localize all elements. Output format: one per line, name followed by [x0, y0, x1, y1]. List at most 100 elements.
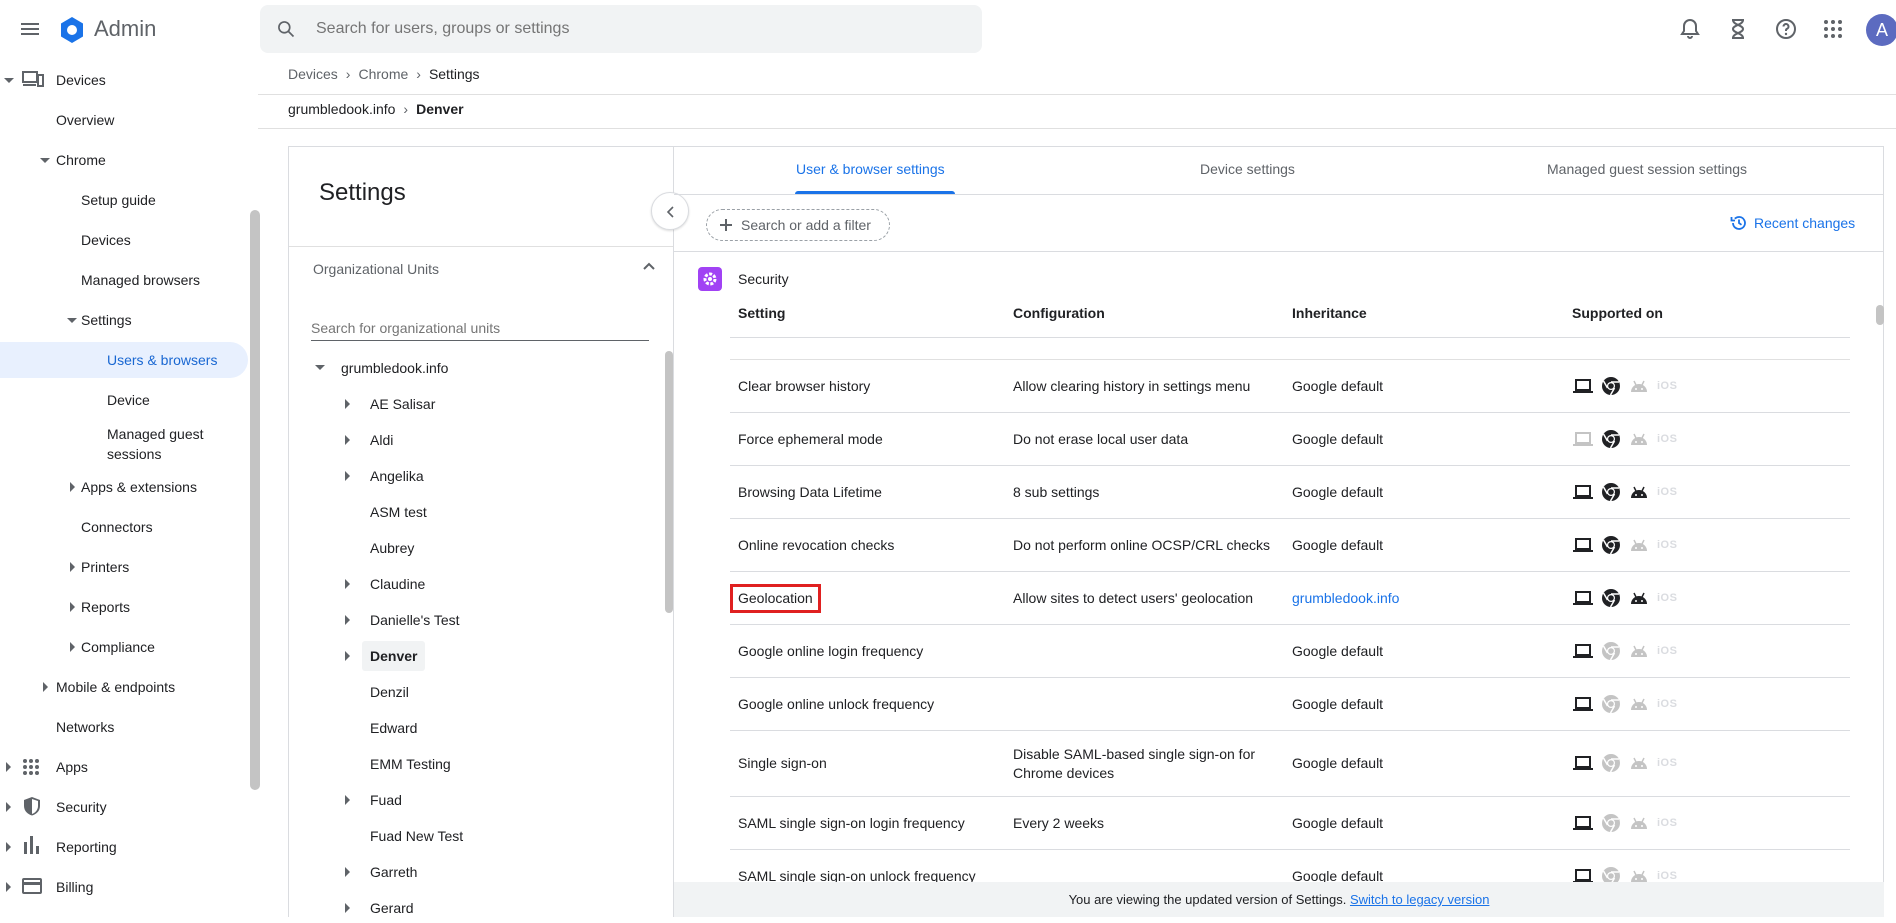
main-menu-icon[interactable]: [18, 17, 42, 41]
setting-name[interactable]: Browsing Data Lifetime: [738, 483, 882, 502]
caret-right-icon[interactable]: [345, 435, 350, 445]
ou-item[interactable]: Aldi: [370, 425, 393, 455]
setting-name[interactable]: Clear browser history: [738, 377, 870, 396]
global-search[interactable]: [260, 5, 982, 53]
avatar[interactable]: A: [1866, 14, 1896, 46]
setting-name[interactable]: Geolocation: [730, 584, 821, 613]
recent-changes-link[interactable]: Recent changes: [1730, 214, 1855, 232]
caret-right-icon[interactable]: [345, 903, 350, 913]
column-header-configuration[interactable]: Configuration: [1013, 305, 1105, 321]
ou-item[interactable]: Angelika: [370, 461, 424, 491]
chevron-up-icon[interactable]: [641, 259, 657, 275]
caret-right-icon[interactable]: [6, 842, 11, 852]
nav-device[interactable]: Device: [107, 382, 150, 418]
column-header-inheritance[interactable]: Inheritance: [1292, 305, 1367, 321]
nav-mobile-endpoints[interactable]: Mobile & endpoints: [56, 669, 175, 705]
caret-right-icon[interactable]: [345, 867, 350, 877]
ou-item[interactable]: ASM test: [370, 497, 427, 527]
setting-name[interactable]: Online revocation checks: [738, 536, 894, 555]
nav-chrome-devices[interactable]: Devices: [81, 222, 131, 258]
ou-item[interactable]: Danielle's Test: [370, 605, 460, 635]
caret-right-icon[interactable]: [6, 762, 11, 772]
ou-item[interactable]: Fuad New Test: [370, 821, 463, 851]
caret-right-icon[interactable]: [70, 602, 75, 612]
admin-logo-icon[interactable]: [58, 16, 86, 44]
caret-down-icon[interactable]: [315, 365, 325, 370]
nav-managed-browsers[interactable]: Managed browsers: [81, 262, 200, 298]
nav-billing[interactable]: Billing: [56, 869, 93, 905]
org-breadcrumb-root[interactable]: grumbledook.info: [288, 101, 395, 117]
table-row[interactable]: SAML single sign-on login frequency Every…: [730, 797, 1850, 850]
caret-right-icon[interactable]: [345, 471, 350, 481]
column-header-setting[interactable]: Setting: [738, 305, 785, 321]
caret-right-icon[interactable]: [70, 642, 75, 652]
ou-item[interactable]: Aubrey: [370, 533, 414, 563]
nav-scrollbar[interactable]: [250, 210, 260, 790]
ou-item[interactable]: Denver: [362, 641, 426, 671]
ou-item[interactable]: Fuad: [370, 785, 402, 815]
ou-item[interactable]: Claudine: [370, 569, 425, 599]
table-row[interactable]: Google online login frequency Google defa…: [730, 625, 1850, 678]
caret-right-icon[interactable]: [6, 802, 11, 812]
setting-inheritance[interactable]: grumbledook.info: [1292, 589, 1399, 608]
nav-reporting[interactable]: Reporting: [56, 829, 117, 865]
apps-grid-icon[interactable]: [1821, 17, 1845, 41]
nav-chrome[interactable]: Chrome: [56, 142, 106, 178]
tasks-hourglass-icon[interactable]: [1726, 17, 1750, 41]
ou-item[interactable]: AE Salisar: [370, 389, 435, 419]
app-title[interactable]: Admin: [94, 16, 156, 42]
setting-name[interactable]: Force ephemeral mode: [738, 430, 883, 449]
caret-right-icon[interactable]: [6, 882, 11, 892]
setting-name[interactable]: Google online unlock frequency: [738, 695, 934, 714]
nav-setup-guide[interactable]: Setup guide: [81, 182, 156, 218]
caret-right-icon[interactable]: [70, 562, 75, 572]
setting-name[interactable]: SAML single sign-on login frequency: [738, 814, 965, 833]
ou-item[interactable]: Garreth: [370, 857, 417, 887]
filter-chip[interactable]: Search or add a filter: [706, 209, 890, 241]
tab-device-settings[interactable]: Device settings: [1200, 161, 1295, 177]
setting-name[interactable]: Single sign-on: [738, 754, 827, 773]
nav-reports[interactable]: Reports: [81, 589, 130, 625]
caret-down-icon[interactable]: [4, 78, 14, 83]
caret-right-icon[interactable]: [345, 615, 350, 625]
nav-connectors[interactable]: Connectors: [81, 509, 153, 545]
table-row[interactable]: Geolocation Allow sites to detect users' …: [730, 572, 1850, 625]
help-icon[interactable]: [1774, 17, 1798, 41]
table-row[interactable]: Force ephemeral mode Do not erase local u…: [730, 413, 1850, 466]
table-row[interactable]: Online revocation checks Do not perform o…: [730, 519, 1850, 572]
ou-root[interactable]: grumbledook.info: [341, 353, 448, 383]
main-scrollbar[interactable]: [1876, 305, 1884, 325]
caret-right-icon[interactable]: [345, 795, 350, 805]
breadcrumb-chrome[interactable]: Chrome: [358, 66, 408, 82]
nav-networks[interactable]: Networks: [56, 709, 114, 745]
ou-item[interactable]: Gerard: [370, 893, 414, 923]
nav-devices[interactable]: Devices: [56, 62, 106, 98]
table-row[interactable]: Single sign-on Disable SAML-based single …: [730, 731, 1850, 797]
ou-search-input[interactable]: [311, 315, 649, 341]
ou-scrollbar[interactable]: [665, 351, 673, 613]
tab-user-browser-settings[interactable]: User & browser settings: [796, 161, 945, 177]
table-row[interactable]: Google online unlock frequency Google def…: [730, 678, 1850, 731]
ou-item[interactable]: Edward: [370, 713, 417, 743]
caret-right-icon[interactable]: [345, 651, 350, 661]
nav-overview[interactable]: Overview: [56, 102, 114, 138]
caret-right-icon[interactable]: [345, 579, 350, 589]
nav-security[interactable]: Security: [56, 789, 107, 825]
nav-printers[interactable]: Printers: [81, 549, 129, 585]
caret-right-icon[interactable]: [70, 482, 75, 492]
ou-item[interactable]: Denzil: [370, 677, 409, 707]
notifications-bell-icon[interactable]: [1678, 17, 1702, 41]
column-header-supported-on[interactable]: Supported on: [1572, 305, 1663, 321]
caret-right-icon[interactable]: [345, 399, 350, 409]
nav-apps[interactable]: Apps: [56, 749, 88, 785]
setting-name[interactable]: Google online login frequency: [738, 642, 923, 661]
table-row[interactable]: Browsing Data Lifetime 8 sub settings Goog…: [730, 466, 1850, 519]
caret-down-icon[interactable]: [40, 158, 50, 163]
tab-managed-guest-session-settings[interactable]: Managed guest session settings: [1547, 161, 1747, 177]
nav-settings[interactable]: Settings: [81, 302, 132, 338]
nav-managed-guest-sessions[interactable]: Managed guest sessions: [107, 424, 204, 464]
caret-down-icon[interactable]: [67, 318, 77, 323]
nav-compliance[interactable]: Compliance: [81, 629, 155, 665]
nav-apps-extensions[interactable]: Apps & extensions: [81, 469, 197, 505]
global-search-input[interactable]: [316, 5, 956, 53]
